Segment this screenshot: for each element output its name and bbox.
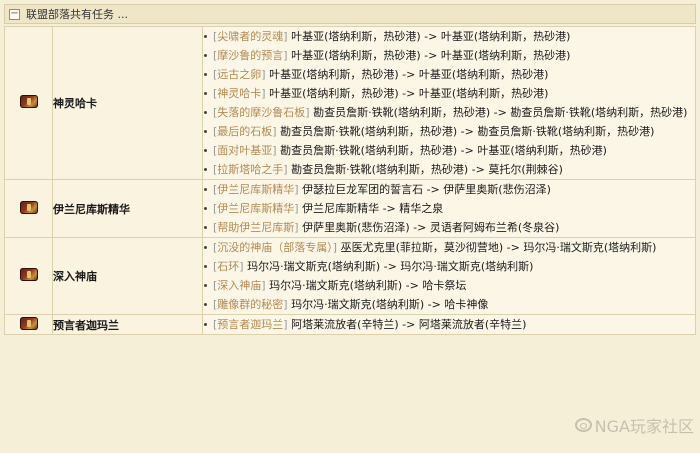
quest-scroll-icon	[19, 200, 38, 214]
bracket-close: ]	[272, 125, 277, 138]
quest-link[interactable]: 伊兰尼库斯精华	[217, 183, 294, 196]
chain-steps-cell: [伊兰尼库斯精华] 伊瑟拉巨龙军团的誓言石 -> 伊萨里奥斯(悲伤沼泽) [伊兰尼…	[202, 179, 696, 238]
chain-icon-cell	[4, 26, 53, 180]
chain-steps-cell: [沉没的神庙（部落专属）] 巫医尤克里(菲拉斯，莫沙彻营地) -> 玛尔冯·瑞文…	[202, 237, 696, 315]
quest-link[interactable]: 拉斯塔哈之手	[217, 163, 283, 176]
quest-route: 玛尔冯·瑞文斯克(塔纳利斯) -> 玛尔冯·瑞文斯克(塔纳利斯)	[247, 260, 534, 273]
quest-route: 勘查员詹斯·铁靴(塔纳利斯，热砂港) -> 莫托尔(荆棘谷)	[291, 163, 563, 176]
quest-link[interactable]: 伊兰尼库斯精华	[217, 202, 294, 215]
quest-link[interactable]: 沉没的神庙（部落专属）	[217, 241, 333, 254]
quest-route: 伊兰尼库斯精华 -> 精华之泉	[302, 202, 444, 215]
bracket-close: ]	[294, 202, 299, 215]
bracket-close: ]	[294, 221, 299, 234]
quest-route: 叶基亚(塔纳利斯，热砂港) -> 叶基亚(塔纳利斯，热砂港)	[269, 68, 549, 81]
section-header[interactable]: − 联盟部落共有任务 ...	[4, 4, 696, 24]
list-item: [神灵哈卡] 叶基亚(塔纳利斯，热砂港) -> 叶基亚(塔纳利斯，热砂港)	[203, 84, 695, 103]
bracket-close: ]	[305, 106, 310, 119]
bracket-close: ]	[239, 260, 244, 273]
quest-link[interactable]: 失落的摩沙鲁石板	[217, 106, 305, 119]
quest-link[interactable]: 预言者迦玛兰	[217, 318, 283, 331]
bracket-close: ]	[272, 144, 277, 157]
step-list: [沉没的神庙（部落专属）] 巫医尤克里(菲拉斯，莫沙彻营地) -> 玛尔冯·瑞文…	[203, 238, 695, 314]
quest-route: 伊瑟拉巨龙军团的誓言石 -> 伊萨里奥斯(悲伤沼泽)	[302, 183, 551, 196]
chain-row: 伊兰尼库斯精华 [伊兰尼库斯精华] 伊瑟拉巨龙军团的誓言石 -> 伊萨里奥斯(悲伤…	[4, 179, 696, 238]
list-item: [最后的石板] 勘查员詹斯·铁靴(塔纳利斯，热砂港) -> 勘查员詹斯·铁靴(塔…	[203, 122, 695, 141]
bracket-close: ]	[261, 279, 266, 292]
quest-link[interactable]: 深入神庙	[217, 279, 261, 292]
bracket-close: ]	[261, 68, 266, 81]
weibo-logo-icon	[574, 418, 592, 432]
watermark: NGA玩家社区	[574, 413, 694, 437]
quest-route: 叶基亚(塔纳利斯，热砂港) -> 叶基亚(塔纳利斯，热砂港)	[291, 30, 571, 43]
quest-link[interactable]: 摩沙鲁的预言	[217, 49, 283, 62]
chain-row: 神灵哈卡 [尖啸者的灵魂] 叶基亚(塔纳利斯，热砂港) -> 叶基亚(塔纳利斯，热…	[4, 26, 696, 180]
bracket-close: ]	[283, 318, 288, 331]
list-item: [伊兰尼库斯精华] 伊兰尼库斯精华 -> 精华之泉	[203, 199, 695, 218]
list-item: [沉没的神庙（部落专属）] 巫医尤克里(菲拉斯，莫沙彻营地) -> 玛尔冯·瑞文…	[203, 238, 695, 257]
list-item: [面对叶基亚] 勘查员詹斯·铁靴(塔纳利斯，热砂港) -> 叶基亚(塔纳利斯，热…	[203, 141, 695, 160]
quest-chain-table: 神灵哈卡 [尖啸者的灵魂] 叶基亚(塔纳利斯，热砂港) -> 叶基亚(塔纳利斯，热…	[4, 26, 696, 335]
chain-name: 伊兰尼库斯精华	[52, 179, 203, 238]
quest-link[interactable]: 面对叶基亚	[217, 144, 272, 157]
quest-link[interactable]: 雕像群的秘密	[217, 298, 283, 311]
chain-name: 预言者迦玛兰	[52, 314, 203, 335]
quest-link[interactable]: 最后的石板	[217, 125, 272, 138]
quest-link[interactable]: 石环	[217, 260, 239, 273]
bracket-close: ]	[283, 163, 288, 176]
bracket-close: ]	[283, 30, 288, 43]
chain-icon-cell	[4, 314, 53, 335]
quest-route: 叶基亚(塔纳利斯，热砂港) -> 叶基亚(塔纳利斯，热砂港)	[291, 49, 571, 62]
chain-row: 深入神庙 [沉没的神庙（部落专属）] 巫医尤克里(菲拉斯，莫沙彻营地) -> 玛尔…	[4, 237, 696, 315]
watermark-text: NGA玩家社区	[594, 417, 694, 436]
list-item: [摩沙鲁的预言] 叶基亚(塔纳利斯，热砂港) -> 叶基亚(塔纳利斯，热砂港)	[203, 46, 695, 65]
step-list: [尖啸者的灵魂] 叶基亚(塔纳利斯，热砂港) -> 叶基亚(塔纳利斯，热砂港)[…	[203, 27, 695, 179]
quest-link[interactable]: 神灵哈卡	[217, 87, 261, 100]
quest-scroll-icon	[19, 316, 38, 330]
list-item: [尖啸者的灵魂] 叶基亚(塔纳利斯，热砂港) -> 叶基亚(塔纳利斯，热砂港)	[203, 27, 695, 46]
chain-icon-cell	[4, 237, 53, 315]
chain-name: 神灵哈卡	[52, 26, 203, 180]
bracket-close: ]	[261, 87, 266, 100]
step-list: [预言者迦玛兰] 阿塔莱流放者(辛特兰) -> 阿塔莱流放者(辛特兰)	[203, 315, 695, 334]
bracket-close: ]	[283, 49, 288, 62]
bracket-close: ]	[332, 241, 338, 254]
quest-route: 玛尔冯·瑞文斯克(塔纳利斯) -> 哈卡祭坛	[269, 279, 467, 292]
quest-route: 勘查员詹斯·铁靴(塔纳利斯，热砂港) -> 叶基亚(塔纳利斯，热砂港)	[280, 144, 607, 157]
list-item: [深入神庙] 玛尔冯·瑞文斯克(塔纳利斯) -> 哈卡祭坛	[203, 276, 695, 295]
quest-route: 勘查员詹斯·铁靴(塔纳利斯，热砂港) -> 勘查员詹斯·铁靴(塔纳利斯，热砂港)	[280, 125, 655, 138]
chain-row: 预言者迦玛兰 [预言者迦玛兰] 阿塔莱流放者(辛特兰) -> 阿塔莱流放者(辛特兰…	[4, 314, 696, 335]
list-item: [伊兰尼库斯精华] 伊瑟拉巨龙军团的誓言石 -> 伊萨里奥斯(悲伤沼泽)	[203, 180, 695, 199]
quest-route: 玛尔冯·瑞文斯克(塔纳利斯) -> 哈卡神像	[291, 298, 489, 311]
chain-steps-cell: [预言者迦玛兰] 阿塔莱流放者(辛特兰) -> 阿塔莱流放者(辛特兰)	[202, 314, 696, 335]
quest-route: 叶基亚(塔纳利斯，热砂港) -> 叶基亚(塔纳利斯，热砂港)	[269, 87, 549, 100]
quest-scroll-icon	[19, 268, 38, 281]
quest-link[interactable]: 尖啸者的灵魂	[217, 30, 283, 43]
list-item: [拉斯塔哈之手] 勘查员詹斯·铁靴(塔纳利斯，热砂港) -> 莫托尔(荆棘谷)	[203, 160, 695, 179]
section-title: 联盟部落共有任务 ...	[26, 8, 128, 21]
list-item: [失落的摩沙鲁石板] 勘查员詹斯·铁靴(塔纳利斯，热砂港) -> 勘查员詹斯·铁…	[203, 103, 695, 122]
bracket-close: ]	[294, 183, 299, 196]
chain-icon-cell	[4, 179, 53, 238]
quest-route: 巫医尤克里(菲拉斯，莫沙彻营地) -> 玛尔冯·瑞文斯克(塔纳利斯)	[340, 241, 657, 254]
step-list: [伊兰尼库斯精华] 伊瑟拉巨龙军团的誓言石 -> 伊萨里奥斯(悲伤沼泽) [伊兰尼…	[203, 180, 695, 237]
list-item: [帮助伊兰尼库斯] 伊萨里奥斯(悲伤沼泽) -> 灵语者阿姆布兰希(冬泉谷)	[203, 218, 695, 237]
bracket-close: ]	[283, 298, 288, 311]
list-item: [雕像群的秘密] 玛尔冯·瑞文斯克(塔纳利斯) -> 哈卡神像	[203, 295, 695, 314]
quest-route: 勘查员詹斯·铁靴(塔纳利斯，热砂港) -> 勘查员詹斯·铁靴(塔纳利斯，热砂港)	[313, 106, 688, 119]
quest-link[interactable]: 帮助伊兰尼库斯	[217, 221, 294, 234]
quest-scroll-icon	[19, 95, 38, 108]
chain-steps-cell: [尖啸者的灵魂] 叶基亚(塔纳利斯，热砂港) -> 叶基亚(塔纳利斯，热砂港)[…	[202, 26, 696, 180]
list-item: [预言者迦玛兰] 阿塔莱流放者(辛特兰) -> 阿塔莱流放者(辛特兰)	[203, 315, 695, 334]
list-item: [石环] 玛尔冯·瑞文斯克(塔纳利斯) -> 玛尔冯·瑞文斯克(塔纳利斯)	[203, 257, 695, 276]
quest-route: 伊萨里奥斯(悲伤沼泽) -> 灵语者阿姆布兰希(冬泉谷)	[302, 221, 560, 234]
collapse-toggle-icon[interactable]: −	[9, 8, 20, 20]
quest-link[interactable]: 远古之卵	[217, 68, 261, 81]
quest-route: 阿塔莱流放者(辛特兰) -> 阿塔莱流放者(辛特兰)	[291, 318, 527, 331]
chain-name: 深入神庙	[52, 237, 203, 315]
list-item: [远古之卵] 叶基亚(塔纳利斯，热砂港) -> 叶基亚(塔纳利斯，热砂港)	[203, 65, 695, 84]
